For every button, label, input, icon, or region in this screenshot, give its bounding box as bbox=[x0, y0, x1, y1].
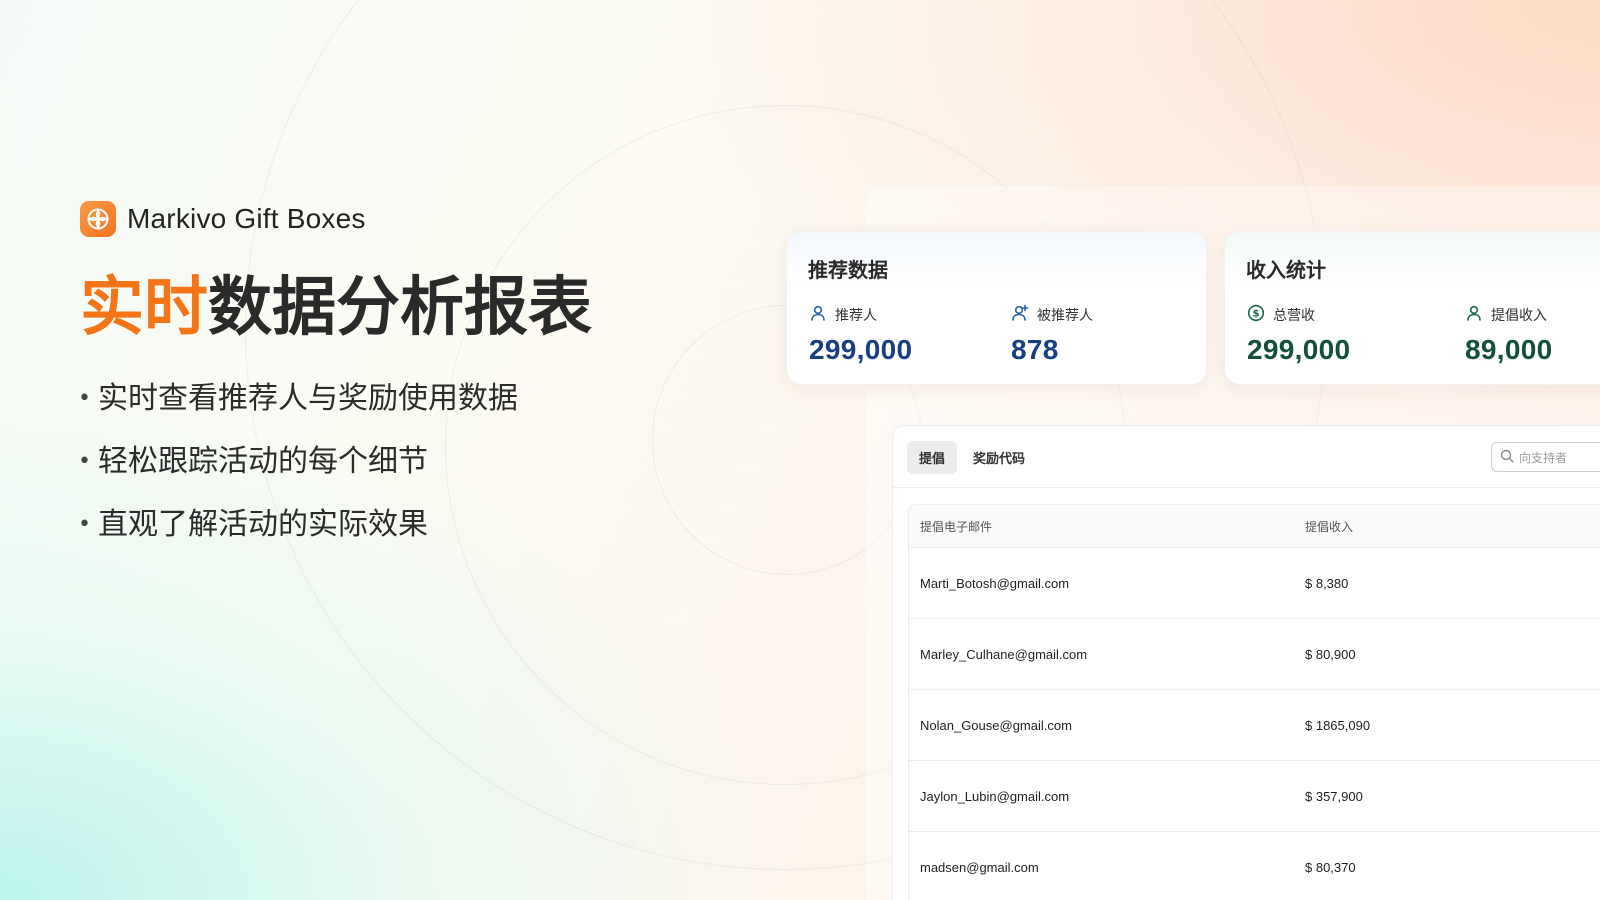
cell-income: $ 80,900 bbox=[1305, 646, 1356, 662]
headline-accent: 实时 bbox=[80, 271, 208, 345]
feature-text: 轻松跟踪活动的每个细节 bbox=[98, 444, 428, 479]
card-title: 推荐数据 bbox=[808, 258, 888, 282]
stat-label: 总营收 bbox=[1273, 308, 1315, 324]
table-row[interactable]: Jaylon_Lubin@gmail.com $ 357,900 bbox=[909, 761, 1600, 832]
bullet-dot: • bbox=[78, 449, 91, 474]
brand: Markivo Gift Boxes bbox=[80, 201, 366, 237]
cell-email: Nolan_Gouse@gmail.com bbox=[920, 717, 1072, 733]
advocates-table: 提倡电子邮件 提倡收入 Marti_Botosh@gmail.com $ 8,3… bbox=[908, 504, 1600, 900]
svg-text:$: $ bbox=[1253, 309, 1260, 320]
page-headline: 实时数据分析报表 bbox=[80, 270, 592, 346]
cell-email: madsen@gmail.com bbox=[920, 859, 1039, 875]
stat-value: 878 bbox=[1011, 334, 1059, 365]
search-placeholder: 向支持者 bbox=[1519, 450, 1568, 465]
headline-rest: 数据分析报表 bbox=[208, 271, 592, 345]
dollar-circle-icon: $ bbox=[1247, 304, 1265, 326]
cell-email: Jaylon_Lubin@gmail.com bbox=[920, 788, 1070, 804]
stat-value: 89,000 bbox=[1465, 334, 1553, 365]
tab-bar: 提倡 奖励代码 bbox=[907, 441, 1037, 474]
search-icon bbox=[1500, 449, 1514, 466]
cell-income: $ 8,380 bbox=[1305, 575, 1349, 591]
cell-email: Marti_Botosh@gmail.com bbox=[920, 575, 1070, 591]
brand-name: Markivo Gift Boxes bbox=[127, 203, 366, 234]
table-row[interactable]: Marti_Botosh@gmail.com $ 8,380 bbox=[909, 548, 1600, 619]
divider bbox=[893, 487, 1600, 488]
stat-label: 被推荐人 bbox=[1037, 308, 1093, 324]
feature-item: • 轻松跟踪活动的每个细节 bbox=[78, 443, 518, 506]
feature-item: • 直观了解活动的实际效果 bbox=[78, 506, 518, 569]
cell-income: $ 357,900 bbox=[1305, 788, 1363, 804]
table-row[interactable]: madsen@gmail.com $ 80,370 bbox=[909, 832, 1600, 900]
referral-stats-card: 推荐数据 推荐人 299,000 被推荐人 878 bbox=[786, 231, 1207, 385]
column-header-income[interactable]: 提倡收入 bbox=[1305, 518, 1600, 535]
bullet-dot: • bbox=[78, 386, 91, 411]
stat-value: 299,000 bbox=[809, 334, 913, 365]
stat-referrers: 推荐人 299,000 bbox=[809, 304, 912, 366]
stat-label: 推荐人 bbox=[835, 308, 877, 324]
cell-income: $ 80,370 bbox=[1305, 859, 1356, 875]
stat-value: 299,000 bbox=[1247, 334, 1351, 365]
user-icon bbox=[809, 304, 827, 326]
income-stats-card: 收入统计 $ 总营收 299,000 提倡收入 89,000 bbox=[1224, 231, 1600, 385]
brand-logo-icon bbox=[80, 201, 116, 237]
tab-reward-codes[interactable]: 奖励代码 bbox=[961, 441, 1037, 474]
stat-label: 提倡收入 bbox=[1491, 308, 1547, 324]
user-icon bbox=[1465, 304, 1483, 326]
advocates-table-panel: 提倡 奖励代码 向支持者 提倡电子邮件 提倡收入 Marti_Botosh@gm… bbox=[892, 425, 1600, 900]
column-header-email[interactable]: 提倡电子邮件 bbox=[909, 518, 1305, 535]
table-header: 提倡电子邮件 提倡收入 bbox=[909, 505, 1600, 548]
feature-item: • 实时查看推荐人与奖励使用数据 bbox=[78, 380, 518, 443]
cell-income: $ 1865,090 bbox=[1305, 717, 1371, 733]
cell-email: Marley_Culhane@gmail.com bbox=[920, 646, 1088, 662]
stat-referees: 被推荐人 878 bbox=[1011, 304, 1093, 366]
stat-advocate-income: 提倡收入 89,000 bbox=[1465, 304, 1552, 366]
feature-list: • 实时查看推荐人与奖励使用数据 • 轻松跟踪活动的每个细节 • 直观了解活动的实际效… bbox=[78, 380, 518, 569]
table-row[interactable]: Nolan_Gouse@gmail.com $ 1865,090 bbox=[909, 690, 1600, 761]
bullet-dot: • bbox=[78, 512, 91, 537]
stat-total-revenue: $ 总营收 299,000 bbox=[1247, 304, 1350, 366]
search-input[interactable]: 向支持者 bbox=[1491, 442, 1600, 472]
feature-text: 实时查看推荐人与奖励使用数据 bbox=[98, 381, 518, 416]
feature-text: 直观了解活动的实际效果 bbox=[98, 507, 428, 542]
user-add-icon bbox=[1011, 304, 1029, 326]
tab-advocates[interactable]: 提倡 bbox=[907, 441, 958, 474]
card-title: 收入统计 bbox=[1246, 258, 1326, 282]
table-row[interactable]: Marley_Culhane@gmail.com $ 80,900 bbox=[909, 619, 1600, 690]
